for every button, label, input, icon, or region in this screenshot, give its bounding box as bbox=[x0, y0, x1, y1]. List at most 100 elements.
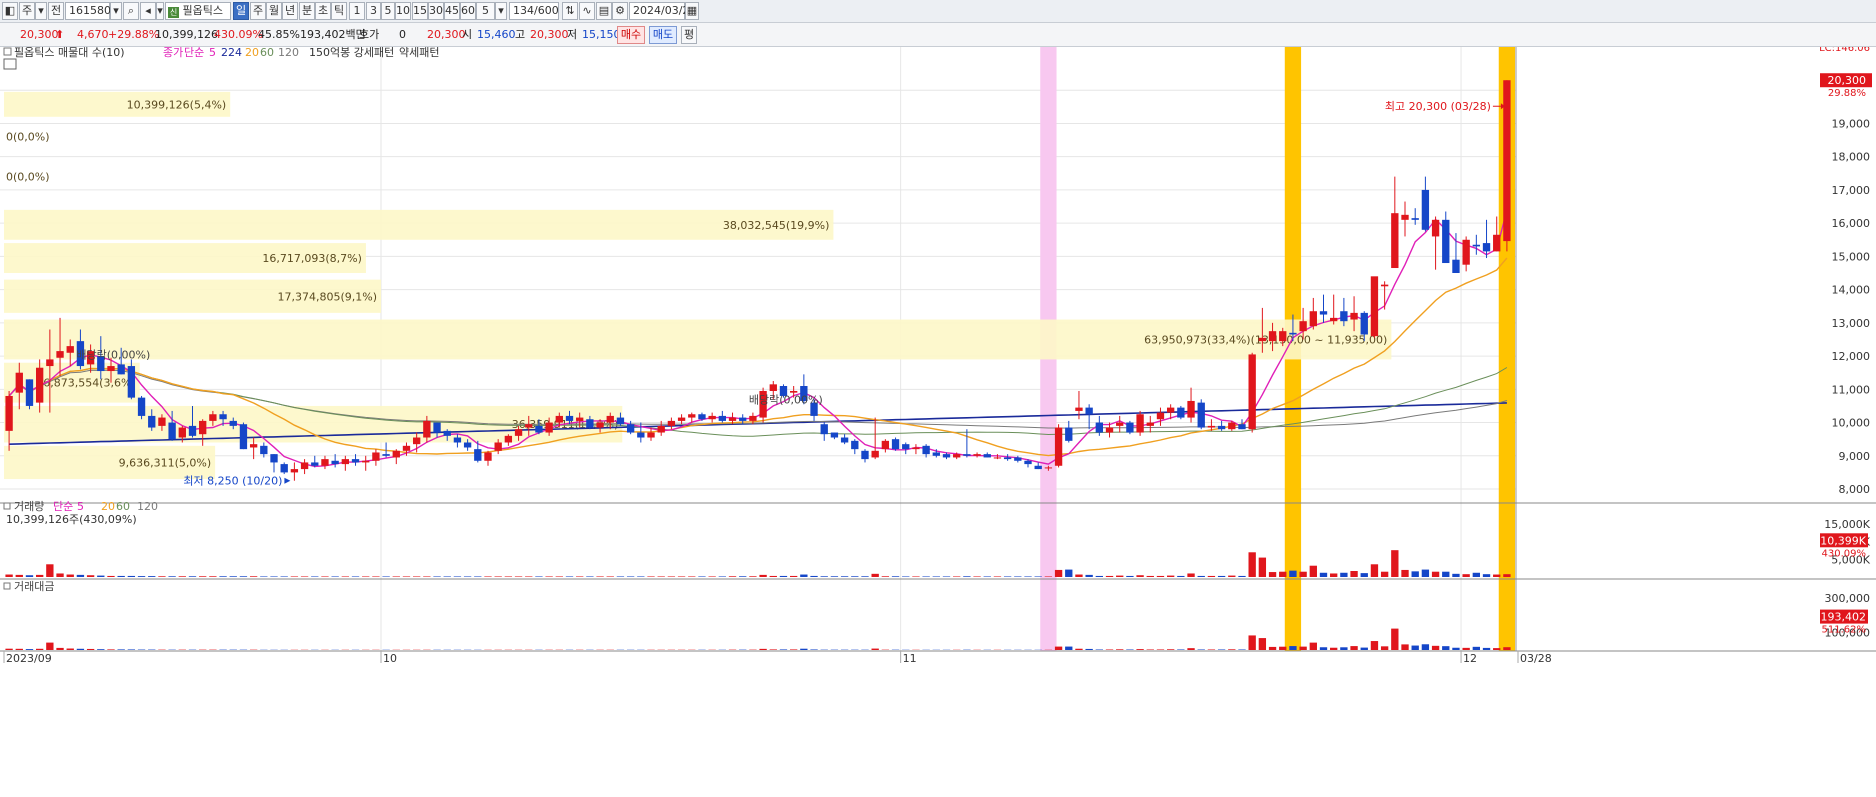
x-axis-area bbox=[0, 651, 1876, 797]
candle bbox=[188, 425, 197, 436]
indicator-icon[interactable]: ⇅ bbox=[562, 2, 578, 20]
prev-button[interactable]: 전 bbox=[48, 2, 64, 20]
y-tick-label: 18,000 bbox=[1832, 151, 1871, 164]
candle bbox=[1217, 425, 1226, 430]
calendar-icon[interactable]: ▦ bbox=[685, 2, 699, 20]
candle bbox=[1268, 331, 1277, 342]
candle bbox=[1380, 284, 1389, 287]
volume-value: 10,399,126 bbox=[155, 28, 218, 41]
search-icon[interactable]: ⌕ bbox=[123, 2, 139, 20]
amount-bar bbox=[1330, 647, 1338, 650]
amount-bar bbox=[56, 647, 64, 650]
candle bbox=[769, 384, 777, 391]
volume-bar bbox=[331, 576, 339, 577]
interval-select[interactable]: 5 bbox=[476, 2, 495, 20]
period-tab-1[interactable]: 주 bbox=[250, 2, 266, 20]
candle bbox=[922, 445, 930, 455]
period-tab-4[interactable]: 분 bbox=[299, 2, 315, 20]
count-field[interactable]: 134/600 bbox=[509, 2, 559, 20]
open-label: 시 bbox=[462, 28, 473, 41]
interval-button-1[interactable]: 1 bbox=[349, 2, 365, 20]
period-tab-5[interactable]: 초 bbox=[315, 2, 331, 20]
high-label: 고 bbox=[515, 28, 526, 41]
period-tab-0[interactable]: 일 bbox=[233, 2, 249, 20]
volume-bar bbox=[484, 576, 492, 577]
volume-legend-item: 20 bbox=[101, 500, 115, 513]
candle bbox=[423, 420, 431, 438]
interval-button-15[interactable]: 15 bbox=[412, 2, 428, 20]
volume-bar bbox=[708, 576, 716, 577]
interval-button-3[interactable]: 3 bbox=[366, 2, 381, 20]
candle bbox=[942, 454, 951, 458]
volume-bar bbox=[1116, 575, 1124, 577]
candle bbox=[677, 417, 686, 421]
candle bbox=[739, 417, 747, 421]
volume-ratio: 430.09% bbox=[214, 28, 263, 41]
draw-icon[interactable]: ∿ bbox=[579, 2, 595, 20]
volume-bar bbox=[209, 576, 217, 577]
volume-bar bbox=[871, 573, 879, 577]
period-tab-6[interactable]: 틱 bbox=[331, 2, 347, 20]
candle bbox=[1095, 422, 1104, 433]
period-tab-2[interactable]: 월 bbox=[266, 2, 282, 20]
period-tab-3[interactable]: 년 bbox=[282, 2, 298, 20]
stock-chart[interactable]: 10,399,126(5,4%) 0(0,0%) 0(0,0%) 38,032,545… bbox=[0, 47, 1876, 797]
candle bbox=[514, 429, 523, 436]
candle bbox=[525, 424, 533, 428]
chart-type-icon[interactable]: ◧ bbox=[2, 2, 18, 20]
volume-bar bbox=[1452, 573, 1460, 577]
volume-bar bbox=[46, 564, 54, 577]
volume-legend-item: 단순 bbox=[53, 500, 73, 513]
avg-button[interactable]: 평 bbox=[681, 26, 697, 44]
y-tick-label: 12,000 bbox=[1832, 350, 1871, 363]
speaker-dropdown-icon[interactable]: ▾ bbox=[156, 2, 164, 20]
candle bbox=[830, 432, 839, 438]
settings-gear-icon[interactable]: ⚙ bbox=[612, 2, 628, 20]
amount-bar bbox=[1482, 647, 1491, 650]
volume-bar bbox=[1330, 573, 1338, 577]
save-icon[interactable]: ▤ bbox=[596, 2, 612, 20]
candle bbox=[392, 450, 400, 458]
candle bbox=[137, 397, 146, 416]
interval-button-30[interactable]: 30 bbox=[428, 2, 444, 20]
volume-bar bbox=[1411, 571, 1419, 577]
date-field[interactable]: 2024/03/28 bbox=[629, 2, 696, 20]
sell-button[interactable]: 매도 bbox=[649, 26, 677, 44]
volume-bar bbox=[412, 576, 421, 577]
max-price-label: 최고 20,300 (03/28) bbox=[1385, 100, 1491, 113]
lc-label: LC:146.06 bbox=[1819, 47, 1870, 54]
volume-bar bbox=[1279, 571, 1287, 577]
interval-button-60[interactable]: 60 bbox=[460, 2, 476, 20]
candle bbox=[1319, 311, 1328, 315]
candle bbox=[290, 469, 299, 473]
interval-dropdown-icon[interactable]: ▾ bbox=[495, 2, 507, 20]
amount-bar bbox=[1228, 649, 1236, 650]
candle bbox=[1472, 244, 1481, 247]
candle bbox=[840, 437, 849, 443]
code-dropdown-icon[interactable]: ▾ bbox=[110, 2, 122, 20]
period-select[interactable]: 주 bbox=[19, 2, 35, 20]
y-tick-label: 10,000 bbox=[1832, 417, 1871, 430]
candle bbox=[983, 454, 991, 458]
stock-name-field[interactable]: 신 필옵틱스 bbox=[165, 2, 231, 20]
volume-bar bbox=[698, 576, 706, 577]
volume-value-label: 10,399,126주(430,09%) bbox=[6, 513, 137, 526]
interval-button-45[interactable]: 45 bbox=[444, 2, 460, 20]
amount-bar bbox=[1472, 646, 1481, 650]
volume-bar bbox=[1187, 573, 1195, 577]
period-dropdown-icon[interactable]: ▾ bbox=[35, 2, 47, 20]
volume-bar bbox=[443, 576, 451, 577]
candle bbox=[647, 432, 655, 438]
candle bbox=[1258, 337, 1267, 342]
last-price-tag-label: 20,300 bbox=[1828, 74, 1867, 87]
volume-bar bbox=[504, 576, 513, 577]
buy-button[interactable]: 매수 bbox=[617, 26, 645, 44]
amount-bar bbox=[1116, 649, 1124, 650]
speaker-icon[interactable]: ◂ bbox=[140, 2, 156, 20]
interval-button-10[interactable]: 10 bbox=[395, 2, 411, 20]
amount-bar bbox=[1085, 648, 1093, 650]
candle bbox=[178, 427, 186, 438]
interval-button-5[interactable]: 5 bbox=[381, 2, 395, 20]
stock-code-input[interactable]: 161580 bbox=[65, 2, 111, 20]
y-tick-label: 11,000 bbox=[1832, 383, 1871, 396]
